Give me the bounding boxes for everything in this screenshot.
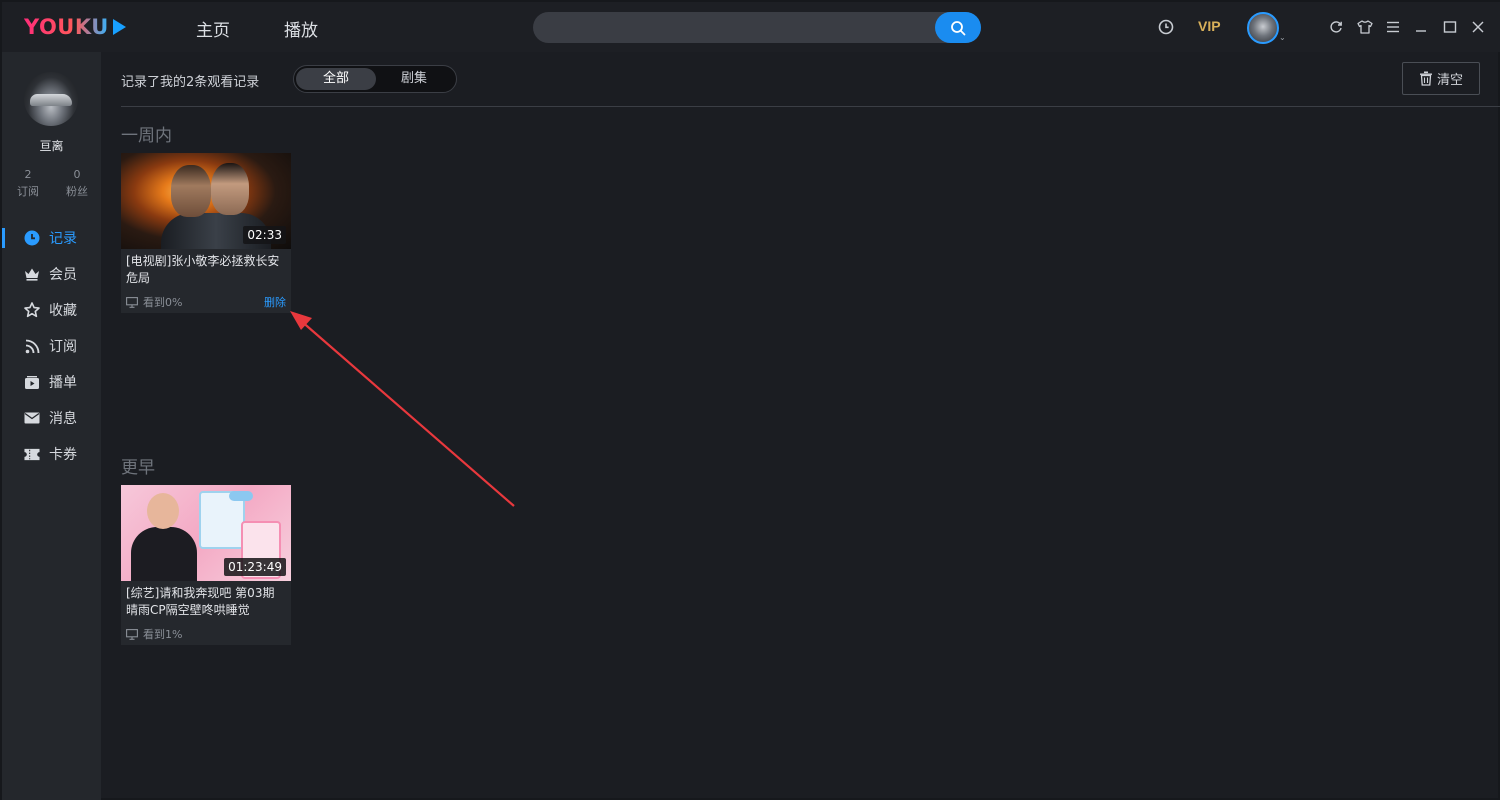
- watch-progress: 看到0%: [126, 294, 182, 310]
- sidebar-item-playlists[interactable]: 播单: [2, 365, 101, 399]
- video-thumbnail[interactable]: 02:33: [121, 153, 291, 249]
- stat-value: 0: [73, 168, 81, 181]
- star-icon: [24, 302, 40, 318]
- crown-icon: [24, 266, 40, 282]
- sidebar-item-membership[interactable]: 会员: [2, 257, 101, 291]
- nav-play[interactable]: 播放: [284, 16, 318, 41]
- clock-icon: [1158, 19, 1174, 35]
- history-summary: 记录了我的2条观看记录: [121, 75, 260, 90]
- ticket-icon: [24, 446, 40, 462]
- history-card[interactable]: 01:23:49 [综艺]请和我奔现吧 第03期 晴雨CP隔空壁咚哄睡觉 看到1…: [121, 485, 291, 645]
- vip-link[interactable]: VIP: [1198, 18, 1221, 34]
- logo-play-icon: [112, 19, 126, 35]
- monitor-icon: [126, 628, 138, 640]
- nav-home[interactable]: 主页: [196, 16, 230, 41]
- menu-icon: [1387, 21, 1399, 33]
- header-divider: [121, 106, 1500, 107]
- maximize-icon: [1443, 21, 1457, 33]
- profile-avatar[interactable]: [24, 72, 78, 126]
- tshirt-icon: [1357, 20, 1373, 34]
- sidebar-item-history[interactable]: 记录: [2, 221, 101, 255]
- rss-icon: [24, 338, 40, 354]
- mail-icon: [24, 410, 40, 426]
- video-title[interactable]: [综艺]请和我奔现吧 第03期 晴雨CP隔空壁咚哄睡觉: [126, 585, 286, 619]
- followers-stat[interactable]: 0 粉丝: [57, 166, 97, 200]
- sidebar-item-label: 订阅: [49, 339, 77, 355]
- thumbnail-figure: [229, 491, 253, 501]
- search-button[interactable]: [935, 12, 981, 43]
- profile-username[interactable]: 亘离: [2, 137, 101, 154]
- history-clock-button[interactable]: [1157, 18, 1175, 36]
- sidebar-item-label: 收藏: [49, 303, 77, 319]
- sidebar: 亘离 2 订阅 0 粉丝 记录 会员 收藏 订阅 播单 消息 卡券: [2, 52, 101, 800]
- search-icon: [951, 20, 966, 35]
- stat-label: 粉丝: [66, 185, 88, 198]
- thumbnail-figure: [171, 165, 211, 217]
- playlist-icon: [24, 374, 40, 390]
- filter-series-tab[interactable]: 剧集: [374, 68, 454, 90]
- subscriptions-stat[interactable]: 2 订阅: [8, 166, 48, 200]
- history-card[interactable]: 02:33 [电视剧]张小敬李必拯救长安危局 看到0% 删除: [121, 153, 291, 313]
- main-menu-button[interactable]: [1384, 18, 1402, 36]
- thumbnail-figure: [211, 163, 249, 215]
- skin-button[interactable]: [1356, 18, 1374, 36]
- car-image: [30, 94, 72, 106]
- sidebar-item-label: 会员: [49, 267, 77, 283]
- sidebar-item-subscriptions[interactable]: 订阅: [2, 329, 101, 363]
- stat-value: 2: [24, 168, 32, 181]
- maximize-button[interactable]: [1441, 18, 1459, 36]
- sidebar-item-label: 卡券: [49, 447, 77, 463]
- close-icon: [1472, 21, 1484, 33]
- clear-label: 清空: [1436, 73, 1463, 88]
- clear-history-button[interactable]: 清空: [1402, 62, 1480, 95]
- logo-text: YOUKU: [24, 15, 109, 39]
- stat-label: 订阅: [17, 185, 39, 198]
- annotation-arrow: [290, 311, 515, 507]
- sidebar-item-label: 消息: [49, 411, 77, 427]
- close-button[interactable]: [1469, 18, 1487, 36]
- section-title-week: 一周内: [121, 126, 172, 146]
- search-bar: [533, 12, 981, 43]
- progress-text: 看到1%: [143, 628, 183, 641]
- minimize-icon: [1416, 30, 1426, 32]
- minimize-button[interactable]: [1412, 18, 1430, 36]
- youku-logo[interactable]: YOUKU: [24, 14, 126, 40]
- sidebar-item-favorites[interactable]: 收藏: [2, 293, 101, 327]
- filter-all-tab[interactable]: 全部: [296, 68, 376, 90]
- watch-progress: 看到1%: [126, 626, 182, 642]
- refresh-icon: [1330, 21, 1342, 33]
- section-title-earlier: 更早: [121, 458, 155, 478]
- chevron-down-icon[interactable]: ⌄: [1279, 33, 1286, 42]
- trash-icon: [1419, 71, 1432, 86]
- history-filter-toggle: 全部 剧集: [293, 65, 457, 93]
- search-input[interactable]: [547, 18, 927, 38]
- delete-button[interactable]: 删除: [264, 294, 286, 310]
- video-duration: 02:33: [243, 226, 286, 244]
- video-thumbnail[interactable]: 01:23:49: [121, 485, 291, 581]
- clock-icon: [24, 230, 40, 246]
- sidebar-item-label: 记录: [49, 231, 77, 247]
- sidebar-item-label: 播单: [49, 375, 77, 391]
- user-avatar[interactable]: [1247, 12, 1279, 44]
- youku-app-window: YOUKU 主页 播放 VIP ⌄ 亘离 2 订阅 0 粉丝 记录 会员 收藏 …: [0, 0, 1500, 800]
- video-title[interactable]: [电视剧]张小敬李必拯救长安危局: [126, 253, 286, 287]
- sidebar-item-coupons[interactable]: 卡券: [2, 437, 101, 471]
- monitor-icon: [126, 296, 138, 308]
- refresh-button[interactable]: [1327, 18, 1345, 36]
- progress-text: 看到0%: [143, 296, 183, 309]
- sidebar-item-messages[interactable]: 消息: [2, 401, 101, 435]
- thumbnail-figure: [129, 493, 197, 581]
- top-bar: YOUKU 主页 播放 VIP ⌄: [2, 2, 1500, 52]
- video-duration: 01:23:49: [224, 558, 286, 576]
